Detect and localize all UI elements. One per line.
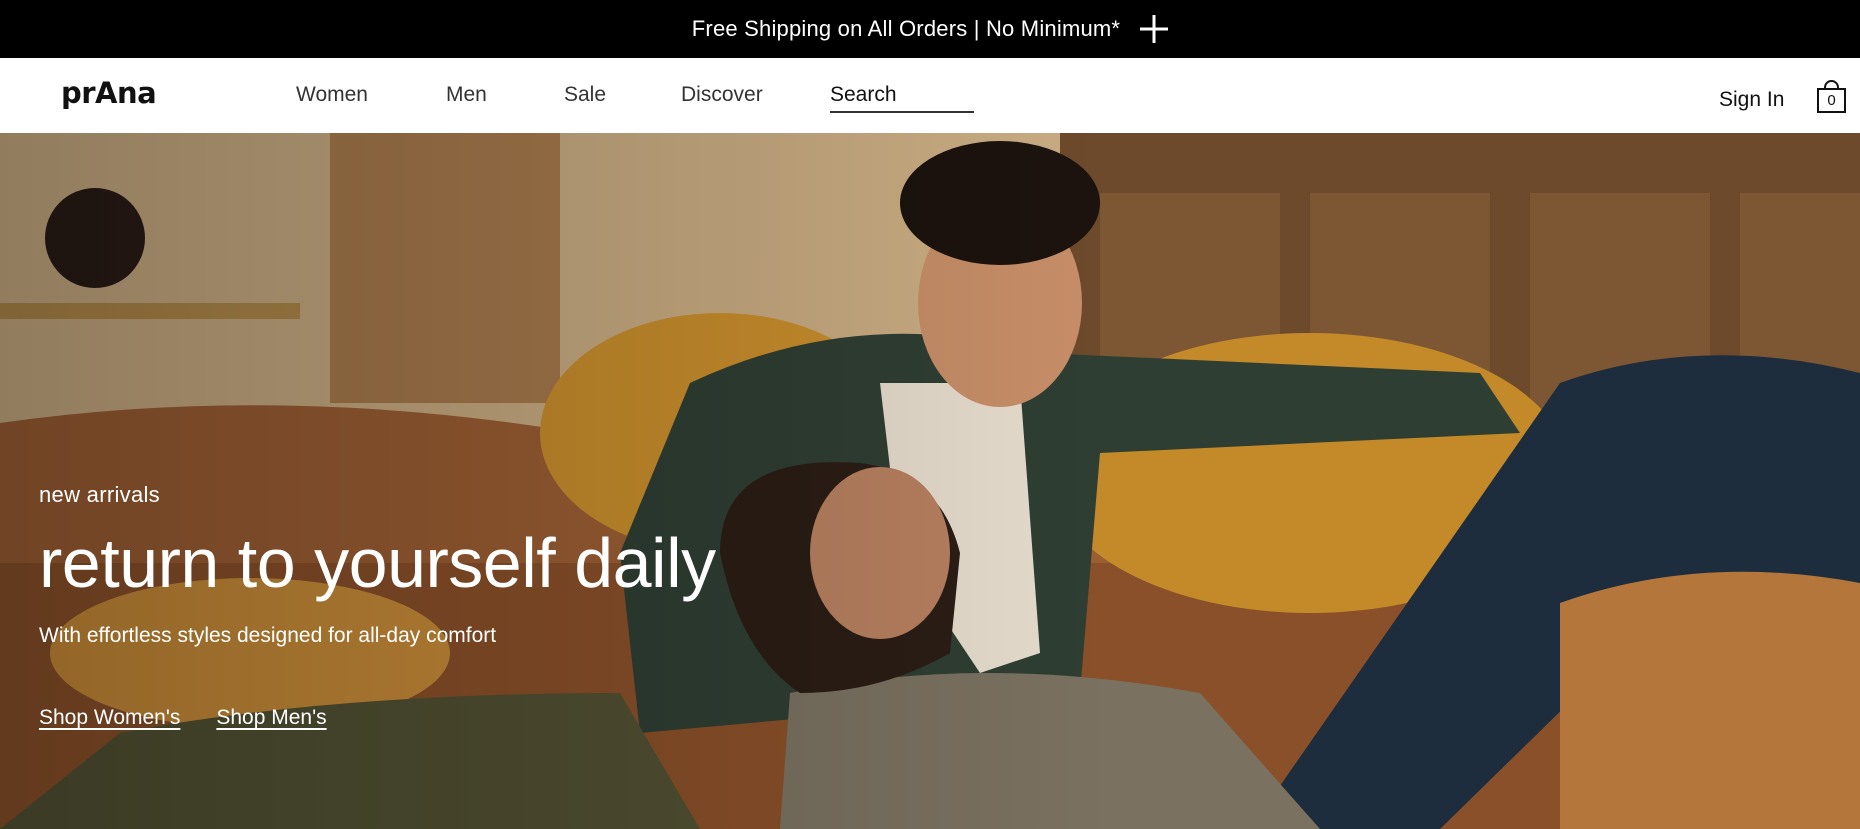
nav-item-women[interactable]: Women xyxy=(296,83,368,107)
promo-bar: Free Shipping on All Orders | No Minimum… xyxy=(0,0,1860,58)
hero-cta-row: Shop Women's Shop Men's xyxy=(39,706,716,730)
search-input[interactable]: Search xyxy=(830,80,974,113)
site-header: prAna Women Men Sale Discover Search Sig… xyxy=(0,58,1860,133)
cart-button[interactable]: 0 xyxy=(1817,80,1846,113)
shop-mens-link[interactable]: Shop Men's xyxy=(216,706,326,730)
hero-banner: new arrivals return to yourself daily Wi… xyxy=(0,133,1860,829)
brand-logo[interactable]: prAna xyxy=(61,76,157,110)
hero-eyebrow: new arrivals xyxy=(39,482,160,507)
promo-text: Free Shipping on All Orders | No Minimum… xyxy=(691,16,1121,41)
nav-item-men[interactable]: Men xyxy=(446,83,487,107)
plus-icon[interactable] xyxy=(1140,15,1168,43)
shop-womens-link[interactable]: Shop Women's xyxy=(39,706,180,730)
sign-in-link[interactable]: Sign In xyxy=(1719,88,1784,112)
nav-item-discover[interactable]: Discover xyxy=(681,83,763,107)
hero-headline: return to yourself daily xyxy=(39,524,716,602)
cart-count: 0 xyxy=(1817,88,1846,113)
nav-item-sale[interactable]: Sale xyxy=(564,83,606,107)
hero-copy: new arrivals return to yourself daily Wi… xyxy=(39,482,716,730)
hero-subhead: With effortless styles designed for all-… xyxy=(39,624,497,647)
